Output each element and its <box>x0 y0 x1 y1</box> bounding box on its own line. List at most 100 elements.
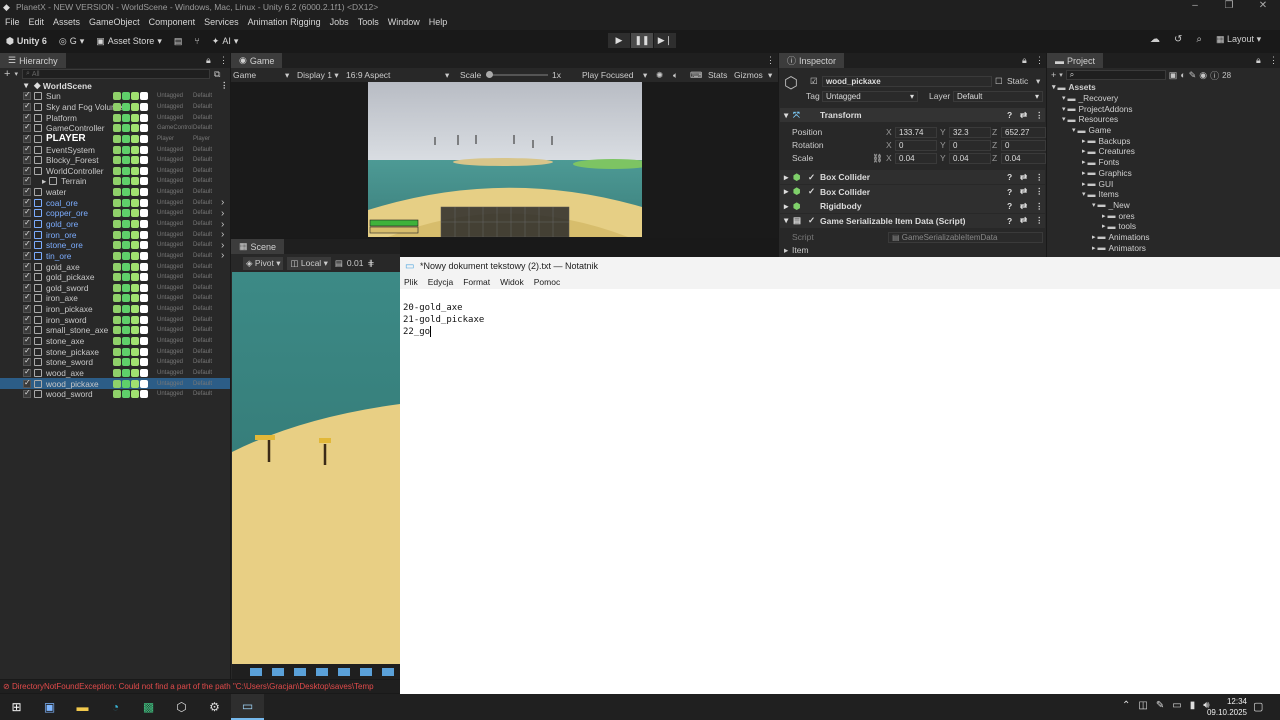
enabled-checkbox[interactable]: ✓ <box>808 172 815 183</box>
tab-hierarchy[interactable]: ☰ Hierarchy <box>0 53 66 68</box>
lock-icon[interactable]: 🔒︎ <box>206 55 211 66</box>
expand-arrow-icon[interactable]: ▸ <box>1082 137 1086 145</box>
visibility-checkbox[interactable] <box>23 324 31 335</box>
menu-item-window[interactable]: Window <box>388 17 420 27</box>
hierarchy-item[interactable]: gold_axe Untagged Default <box>0 261 230 272</box>
search-icon[interactable]: ⌕ <box>1196 34 1202 45</box>
menu-item-component[interactable]: Component <box>149 17 196 27</box>
hierarchy-item[interactable]: stone_ore Untagged Default › <box>0 239 230 251</box>
more-menu-icon[interactable]: ⋮ <box>766 55 775 66</box>
expand-arrow-icon[interactable]: ▸ <box>1082 180 1086 188</box>
more-menu-icon[interactable]: ⋮ <box>1035 172 1044 183</box>
project-folder-item[interactable]: ▸ ▬ Graphics <box>1047 168 1280 179</box>
position-x-field[interactable]: 133.74 <box>895 126 937 138</box>
preset-icon[interactable]: ⇄ <box>1020 172 1027 183</box>
notification-icon[interactable]: ▢ <box>1253 700 1263 713</box>
pause-button[interactable]: ❚❚ <box>631 33 653 48</box>
project-folder-item[interactable]: ▸ ▬ Animators <box>1047 242 1280 253</box>
help-icon[interactable]: ? <box>1007 110 1012 120</box>
play-button[interactable]: ▶ <box>608 33 630 48</box>
hierarchy-item[interactable]: tin_ore Untagged Default › <box>0 250 230 261</box>
visibility-checkbox[interactable] <box>23 229 31 239</box>
gizmos-button[interactable]: Gizmos <box>734 70 763 80</box>
add-icon[interactable]: + <box>1051 70 1056 80</box>
hierarchy-item[interactable]: wood_pickaxe Untagged Default <box>0 378 230 389</box>
expand-arrow-icon[interactable]: ▾ <box>1062 105 1066 113</box>
menu-item-edit[interactable]: Edit <box>29 17 45 27</box>
project-folder-item[interactable]: ▸ ▬ Fonts <box>1047 157 1280 168</box>
visibility-checkbox[interactable] <box>23 218 31 228</box>
hierarchy-item[interactable]: Blocky_Forest Untagged Default <box>0 154 230 166</box>
prefab-open-icon[interactable]: › <box>221 250 224 261</box>
notepad-menu-plik[interactable]: Plik <box>404 277 418 287</box>
expand-arrow-icon[interactable]: ▾ <box>1052 83 1056 91</box>
restore-button[interactable]: ❐ <box>1212 0 1246 11</box>
project-folder-item[interactable]: ▾ ▬ ProjectAddons <box>1047 103 1280 114</box>
script-field[interactable]: ▤ GameSerializableItemData <box>888 231 1043 243</box>
visibility-checkbox[interactable] <box>23 335 31 346</box>
hierarchy-search-input[interactable]: ⌕ All <box>21 69 210 79</box>
tab-project[interactable]: ▬ Project <box>1047 53 1104 68</box>
rotation-y-field[interactable]: 0 <box>949 139 991 151</box>
expand-arrow-icon[interactable]: ▸ <box>1082 169 1086 177</box>
expand-arrow-icon[interactable]: ▾ <box>1082 190 1086 198</box>
help-icon[interactable]: ? <box>1007 216 1012 226</box>
help-icon[interactable]: ? <box>1007 201 1012 211</box>
play-focused-dropdown[interactable]: Play Focused <box>582 70 634 80</box>
expand-arrow-icon[interactable]: ▸ <box>1092 233 1096 241</box>
constrain-proportions-icon[interactable]: ⛓ <box>872 153 883 164</box>
menu-item-jobs[interactable]: Jobs <box>330 17 349 27</box>
pivot-dropdown[interactable]: ◈ Pivot ▾ <box>243 256 284 270</box>
aspect-dropdown[interactable]: 16:9 Aspect <box>346 70 390 80</box>
taskbar-app-edge[interactable]: ◔ <box>99 694 132 720</box>
minimize-button[interactable]: – <box>1178 0 1212 11</box>
account-button[interactable]: ⬢ Unity 6 <box>0 32 53 50</box>
add-icon[interactable]: + <box>4 68 10 80</box>
more-menu-icon[interactable]: ⋮ <box>1269 55 1278 66</box>
static-checkbox[interactable]: ☐ <box>995 76 1003 87</box>
visibility-checkbox[interactable] <box>23 165 31 175</box>
visibility-checkbox[interactable] <box>23 250 31 260</box>
visibility-checkbox[interactable] <box>23 154 31 165</box>
expand-arrow-icon[interactable]: ▸ <box>1102 212 1106 220</box>
asset-store-button[interactable]: ▣ Asset Store ▾ <box>90 32 168 50</box>
hierarchy-item[interactable]: gold_ore Untagged Default › <box>0 218 230 230</box>
notepad-menu-format[interactable]: Format <box>463 277 490 287</box>
visibility-checkbox[interactable] <box>23 388 31 399</box>
layout-dropdown[interactable]: ▦ Layout ▾ <box>1216 34 1261 45</box>
display-dropdown[interactable]: Display 1 ▾ <box>297 70 339 81</box>
hierarchy-item[interactable]: iron_sword Untagged Default <box>0 314 230 325</box>
hierarchy-item[interactable]: iron_ore Untagged Default › <box>0 229 230 240</box>
favorite-icon[interactable]: ✎ <box>1189 70 1197 81</box>
visibility-checkbox[interactable] <box>23 314 31 324</box>
snap-settings-icon[interactable]: ⋕ <box>367 258 374 269</box>
history-icon[interactable]: ↺ <box>1174 34 1182 45</box>
start-button[interactable]: ⊞ <box>0 694 33 720</box>
visibility-checkbox[interactable] <box>23 112 31 122</box>
hierarchy-item[interactable]: stone_axe Untagged Default <box>0 335 230 347</box>
visibility-checkbox[interactable] <box>23 271 31 282</box>
notepad-text-area[interactable]: 20-gold_axe 21-gold_pickaxe 22_go <box>403 302 484 338</box>
notepad-menu-pomoc[interactable]: Pomoc <box>534 277 560 287</box>
component-header[interactable]: ▾ ▤ ✓ Game Serializable Item Data (Script)?… <box>780 213 1045 228</box>
expand-arrow-icon[interactable]: ▾ <box>1062 115 1066 123</box>
hierarchy-item[interactable]: gold_sword Untagged Default <box>0 282 230 294</box>
help-icon[interactable]: ? <box>1007 172 1012 182</box>
visibility-checkbox[interactable] <box>23 346 31 356</box>
step-button[interactable]: ▶❘ <box>654 33 676 48</box>
version-control-button[interactable]: ⑂ <box>188 32 205 50</box>
taskbar-app-explorer[interactable]: ▬ <box>66 694 99 720</box>
scale-x-field[interactable]: 0.04 <box>895 152 937 164</box>
tray-pen-icon[interactable]: ✎ <box>1156 700 1164 711</box>
package-button[interactable]: ▤ <box>168 32 189 50</box>
layer-dropdown[interactable]: Default ▾ <box>953 90 1043 102</box>
project-folder-item[interactable]: ▸ ▬ Animations <box>1047 232 1280 243</box>
hierarchy-item[interactable]: PLAYER Player Player <box>0 133 230 144</box>
project-folder-item[interactable]: ▾ ▬ Items <box>1047 189 1280 200</box>
hierarchy-item[interactable]: small_stone_axe Untagged Default <box>0 324 230 336</box>
taskbar-app-notepad[interactable]: ▭ <box>231 694 264 720</box>
tag-dropdown[interactable]: Untagged ▾ <box>822 90 918 102</box>
console-error-bar[interactable]: ⊘ DirectoryNotFoundException: Could not … <box>0 680 400 693</box>
hierarchy-item[interactable]: Platform Untagged Default <box>0 112 230 123</box>
game-viewport[interactable] <box>368 82 642 237</box>
